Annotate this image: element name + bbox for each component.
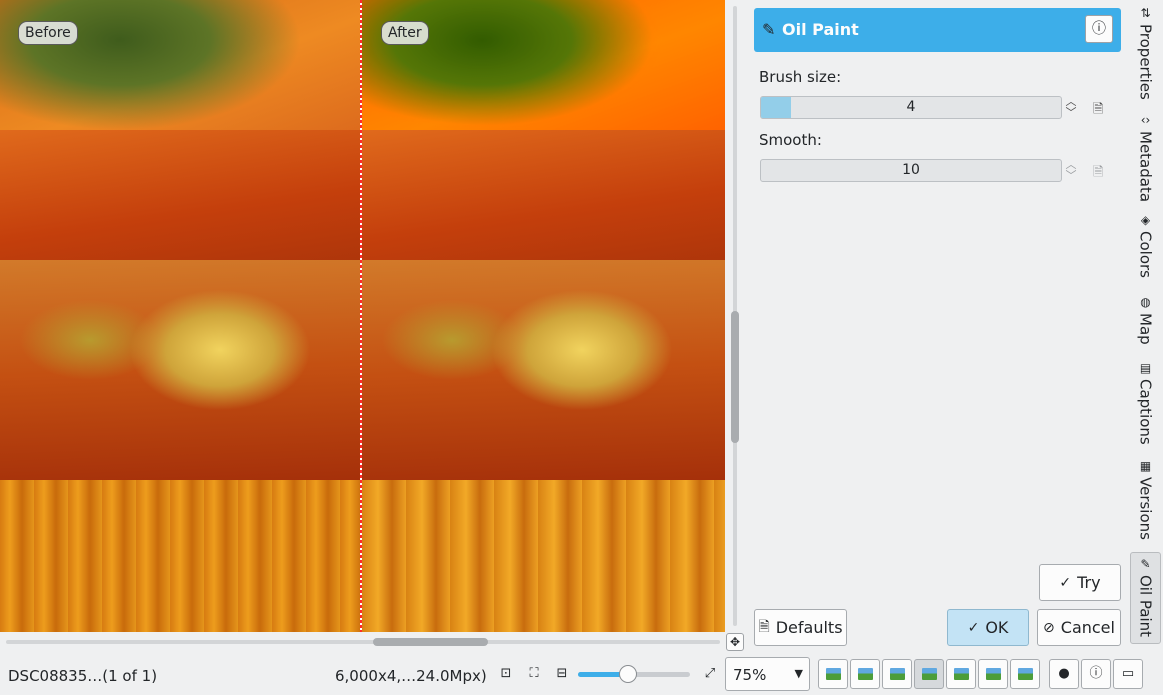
check-icon: ✓ (1059, 574, 1072, 591)
tool-settings-panel: ✎ Oil Paint ⓘ Brush size: 4 ︿ ﹀ 🗎 Smooth:… (748, 0, 1126, 652)
tab-label: Metadata (1136, 131, 1155, 203)
check-icon: ✓ (967, 619, 980, 636)
tab-label: Colors (1136, 231, 1155, 278)
preview-original-button[interactable] (818, 659, 848, 689)
after-pane (362, 0, 725, 632)
smooth-input[interactable]: 10 (760, 159, 1062, 182)
zoom-slider-handle[interactable] (619, 665, 637, 683)
tool-title: Oil Paint (782, 20, 859, 39)
reset-icon[interactable]: 🗎 (1093, 100, 1109, 117)
smooth-stepper[interactable]: ︿ ﹀ (1064, 159, 1078, 183)
image-icon (954, 668, 969, 680)
color-managed-view-icon[interactable]: ▭ (1113, 659, 1143, 689)
tab-label: Captions (1136, 379, 1155, 445)
brush-size-label: Brush size: (759, 68, 842, 86)
after-image-hills (362, 130, 725, 280)
overexposure-indicator-icon[interactable]: ⓘ (1081, 659, 1111, 689)
ok-button[interactable]: ✓ OK (947, 609, 1029, 646)
brush-icon: ✎ (1140, 557, 1151, 571)
sidebar-tabs: ⇅ Properties ‹› Metadata ◈ Colors ◍ Map … (1128, 0, 1163, 652)
image-icon (826, 668, 841, 680)
cancel-label: Cancel (1060, 618, 1115, 637)
after-image-bushes (362, 260, 725, 480)
after-label: After (381, 21, 429, 45)
brush-icon: ✎ (762, 20, 776, 39)
try-button[interactable]: ✓ Try (1039, 564, 1121, 601)
before-label: Before (18, 21, 78, 45)
zoom-value: 75% (733, 666, 767, 684)
smooth-value: 10 (902, 162, 920, 178)
tab-properties[interactable]: ⇅ Properties (1130, 6, 1161, 100)
reset-icon[interactable]: 🗎 (1093, 163, 1109, 180)
before-pane (0, 0, 361, 632)
paint-bucket-icon: ◈ (1140, 213, 1151, 227)
tab-label: Oil Paint (1136, 575, 1155, 638)
image-preview[interactable]: Before After (0, 0, 725, 632)
scroll-track (6, 640, 720, 644)
brush-size-stepper[interactable]: ︿ ﹀ (1064, 96, 1078, 120)
brush-size-value: 4 (906, 99, 916, 115)
document-icon: ▤ (1139, 361, 1152, 375)
info-icon[interactable]: ⓘ (1085, 15, 1113, 43)
underexposure-indicator-icon[interactable]: ● (1049, 659, 1079, 689)
vertical-scrollbar[interactable] (729, 6, 741, 626)
pan-navigator-icon[interactable]: ✥ (726, 633, 744, 651)
preview-split-horizontal-duplicate-button[interactable] (946, 659, 976, 689)
image-icon (1018, 668, 1033, 680)
defaults-label: Defaults (775, 618, 843, 637)
preview-target-button[interactable] (1010, 659, 1040, 689)
chevron-down-icon: ▼ (794, 667, 803, 680)
tab-versions[interactable]: ▦ Versions (1130, 459, 1161, 540)
cancel-icon: ⊘ (1043, 619, 1055, 636)
tab-label: Map (1136, 313, 1155, 345)
document-icon: 🗎 (758, 618, 770, 635)
versions-icon: ▦ (1139, 459, 1152, 473)
code-icon: ‹› (1140, 113, 1151, 127)
after-image-water (362, 480, 725, 632)
image-editor-window: Before After ✥ ✎ Oil Paint ⓘ Brush size:… (0, 0, 1163, 695)
image-icon (890, 668, 905, 680)
tab-oil-paint[interactable]: ✎ Oil Paint (1130, 552, 1161, 644)
zoom-out-icon[interactable]: ⊟ (554, 666, 570, 682)
globe-icon: ◍ (1140, 295, 1151, 309)
preview-mouse-over-button[interactable] (978, 659, 1008, 689)
status-bar: DSC08835…(1 of 1) 6,000x4,…24.0Mpx) ⊡ ⛶ … (0, 654, 1163, 695)
defaults-button[interactable]: 🗎 Defaults (754, 609, 847, 646)
smooth-label: Smooth: (759, 131, 822, 149)
image-dimensions-status: 6,000x4,…24.0Mpx) (335, 667, 487, 685)
image-icon (986, 668, 1001, 680)
before-image-water (0, 480, 361, 632)
image-icon (858, 668, 873, 680)
fit-to-window-icon[interactable]: ⛶ (526, 666, 542, 682)
tab-map[interactable]: ◍ Map (1130, 295, 1161, 345)
preview-split-vertical-button[interactable] (850, 659, 880, 689)
scroll-thumb[interactable] (731, 311, 739, 443)
tab-label: Properties (1136, 24, 1155, 100)
preview-split-vertical-duplicate-button[interactable] (914, 659, 944, 689)
preview-split-horizontal-button[interactable] (882, 659, 912, 689)
zoom-select[interactable]: 75% ▼ (725, 657, 810, 691)
before-image-bushes (0, 260, 361, 480)
zoom-to-selection-icon[interactable]: ⊡ (498, 666, 514, 682)
zoom-slider[interactable] (578, 665, 690, 683)
tab-colors[interactable]: ◈ Colors (1130, 213, 1161, 278)
ok-label: OK (985, 618, 1009, 637)
brush-size-input[interactable]: 4 (760, 96, 1062, 119)
tab-metadata[interactable]: ‹› Metadata (1130, 113, 1161, 202)
try-label: Try (1077, 573, 1101, 592)
horizontal-scrollbar[interactable] (6, 636, 720, 648)
image-icon (922, 668, 937, 680)
sliders-icon: ⇅ (1140, 6, 1151, 20)
zoom-in-icon[interactable]: ⤢ (702, 666, 718, 682)
tab-label: Versions (1136, 477, 1155, 540)
before-image-hills (0, 130, 361, 280)
file-name-status: DSC08835…(1 of 1) (8, 667, 158, 685)
scroll-thumb[interactable] (373, 638, 488, 646)
cancel-button[interactable]: ⊘ Cancel (1037, 609, 1121, 646)
tab-captions[interactable]: ▤ Captions (1130, 361, 1161, 445)
split-divider[interactable] (360, 0, 362, 632)
tool-header: ✎ Oil Paint ⓘ (754, 8, 1121, 52)
